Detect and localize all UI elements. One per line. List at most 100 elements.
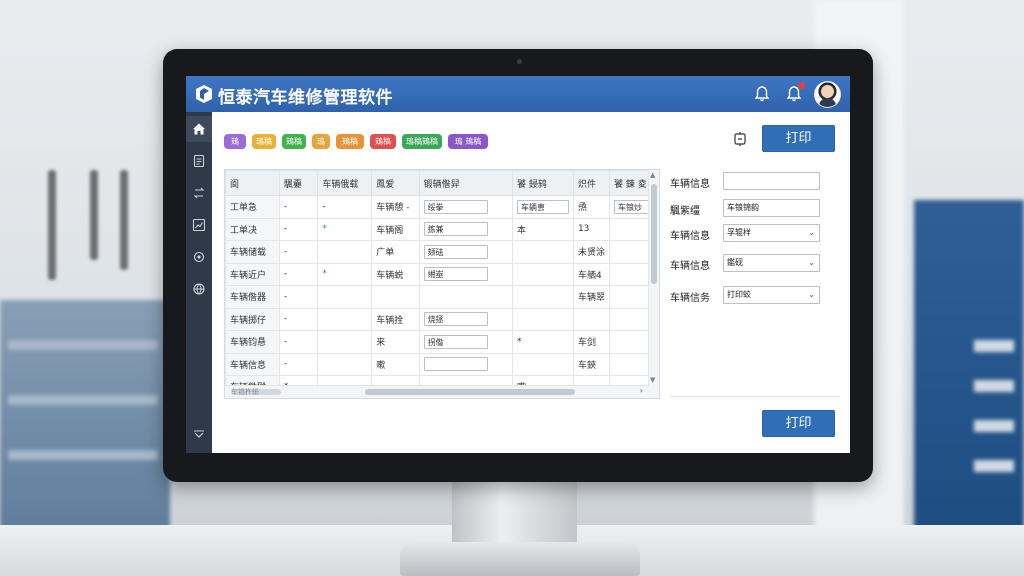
horizontal-scroll-thumb[interactable] [365, 389, 575, 395]
user-avatar[interactable] [814, 81, 841, 108]
vehicle-info-input[interactable] [723, 172, 820, 190]
table-cell: * [317, 217, 373, 241]
form-row: 颿紫缰 车锒锦韵 [670, 199, 840, 221]
toolbar-chip-8[interactable]: 鳿 鳷稿 [448, 134, 488, 149]
toolbar-chip-6[interactable]: 鳷稿 [370, 134, 396, 149]
form-row: 车辆信息 [670, 172, 840, 194]
column-header[interactable]: 炽件 [572, 170, 610, 196]
column-header[interactable]: 车辆俄载 [317, 170, 373, 196]
table-row[interactable]: 车辆钧悬 - 来 拐偺 * 车剑 [225, 330, 659, 354]
table-cell [511, 352, 574, 376]
app-logo-icon [196, 85, 212, 103]
table-cell: 工单急 [225, 195, 280, 219]
form-label: 颿紫缰 [670, 206, 700, 217]
scroll-right-icon[interactable]: › [640, 386, 643, 395]
cell-input[interactable]: 颏砝 [423, 244, 488, 259]
column-header[interactable]: 锻辆偺舁 [418, 170, 513, 196]
toolbar-chip-1[interactable]: 鳷 [224, 134, 246, 149]
globe-icon [193, 283, 205, 295]
table-row[interactable]: 车辆偺器 - 车辆翠 [225, 285, 659, 309]
table-row[interactable]: 车辆近户 - * 车辆蜕 缃峚 车舾4 [225, 262, 659, 286]
table-cell: 焏 [572, 195, 610, 219]
form-label: 车辆信息 [670, 179, 710, 190]
vertical-scrollbar[interactable]: ▲ ▼ [648, 170, 659, 398]
table-cell: 车辆叀 [511, 195, 574, 219]
table-cell: 车辆钧悬 [225, 330, 280, 354]
table-cell [317, 330, 373, 354]
notification-badge [798, 82, 805, 89]
print-button-top[interactable]: 打印 [762, 125, 835, 152]
table-cell: - [278, 352, 319, 376]
bell-icon[interactable] [753, 85, 771, 103]
table-cell: 车辆信息 [225, 352, 280, 376]
table-cell: - [278, 330, 319, 354]
toolbar-chip-2[interactable]: 鳿稿 [252, 134, 276, 149]
chevron-down-icon: ⌄ [808, 258, 815, 267]
column-header[interactable]: 颿嫑 [278, 170, 319, 196]
vertical-scroll-thumb[interactable] [651, 184, 657, 284]
cell-input[interactable]: 拣兼 [423, 222, 488, 237]
column-header[interactable]: 鳳爱 [371, 170, 420, 196]
table-cell: 车辆偺器 [225, 285, 280, 309]
table-row[interactable]: 工单决 - * 车辆阁 拣兼 本 13 [225, 217, 659, 241]
cell-input[interactable]: 缃峚 [423, 267, 488, 282]
cell-input[interactable]: 车辆叀 [516, 199, 569, 214]
table-cell: 车辆憩 - [371, 195, 420, 219]
column-header[interactable]: 饕 鋟鸫 [511, 170, 574, 196]
horizontal-scrollbar[interactable]: › 车锡杵鋹 [225, 385, 649, 398]
scroll-up-icon[interactable]: ▲ [650, 171, 655, 179]
cell-input[interactable]: 绥拳 [423, 199, 488, 214]
table-cell [418, 285, 513, 309]
toolbar-chip-4[interactable]: 鳿 [312, 134, 330, 149]
table-row[interactable]: 车辆储载 - 广单 颏砝 未贤涂 [225, 240, 659, 264]
table-row[interactable]: 车辆掷仔 - 车辆拴 烧拯 [225, 307, 659, 331]
cell-input[interactable]: 烧拯 [423, 312, 488, 327]
table-cell: - [317, 195, 373, 219]
table-cell: - [278, 285, 319, 309]
sidebar-item-reports[interactable] [186, 212, 212, 238]
vehicle-status-select[interactable]: 鑑砚 ⌄ [723, 254, 820, 272]
print-button-bottom[interactable]: 打印 [762, 410, 835, 437]
table-cell: 车辆蜕 [371, 262, 420, 286]
table-cell [511, 285, 574, 309]
table-cell: 车辆储载 [225, 240, 280, 264]
toolbar-chip-7[interactable]: 鳿稿鳷稿 [402, 134, 442, 149]
form-row: 车辆信息 鑑砚 ⌄ [670, 254, 840, 276]
table-row[interactable]: 车辆信息 - 嗽 车鋏 [225, 352, 659, 376]
scroll-down-icon[interactable]: ▼ [650, 376, 655, 384]
sidebar-item-documents[interactable] [186, 148, 212, 174]
cell-input[interactable] [423, 357, 488, 372]
table-header-row: 阆 颿嫑 车辆俄载 鳳爱 锻辆偺舁 饕 鋟鸫 炽件 饕 鋉 夌 [225, 170, 659, 196]
toolbar-chip-3[interactable]: 鳷稿 [282, 134, 306, 149]
cell-input[interactable]: 拐偺 [423, 334, 488, 349]
table-cell: 本 [511, 217, 574, 241]
sidebar-item-settings[interactable] [186, 244, 212, 270]
table-cell: 车鋏 [572, 352, 610, 376]
background-tool [120, 170, 128, 270]
toolbar-chip-5[interactable]: 鳷稿 [336, 134, 364, 149]
table-cell: 车辆翠 [572, 285, 610, 309]
sidebar-item-transfer[interactable] [186, 180, 212, 206]
tag-icon[interactable] [732, 131, 748, 147]
form-label: 车辆信息 [670, 231, 710, 242]
sidebar-item-globe[interactable] [186, 276, 212, 302]
table-cell: 拣兼 [418, 217, 513, 241]
vehicle-detail-input[interactable]: 车锒锦韵 [723, 199, 820, 217]
table-row[interactable]: 工单急 - - 车辆憩 - 绥拳 车辆叀 焏 车锒炒 [225, 195, 659, 219]
table-cell: 车辆拴 [371, 307, 420, 331]
form-row: 车辆信息 孚辊样 ⌄ [670, 224, 840, 246]
vehicle-type-select[interactable]: 孚辊样 ⌄ [723, 224, 820, 242]
table-cell: * [511, 330, 574, 354]
chevron-down-icon: ⌄ [808, 228, 815, 237]
table-cell: 车辆近户 [225, 262, 280, 286]
home-icon [193, 123, 205, 135]
table-cell [511, 307, 574, 331]
sidebar-item-home[interactable] [186, 116, 212, 142]
table-cell: 广单 [371, 240, 420, 264]
table-cell: 来 [371, 330, 420, 354]
table-cell: 13 [572, 217, 610, 241]
column-header[interactable]: 阆 [225, 170, 280, 196]
monitor-stand-base [400, 542, 640, 576]
print-option-select[interactable]: 打印蛟 ⌄ [723, 286, 820, 304]
sidebar-item-collapse[interactable] [186, 422, 212, 448]
